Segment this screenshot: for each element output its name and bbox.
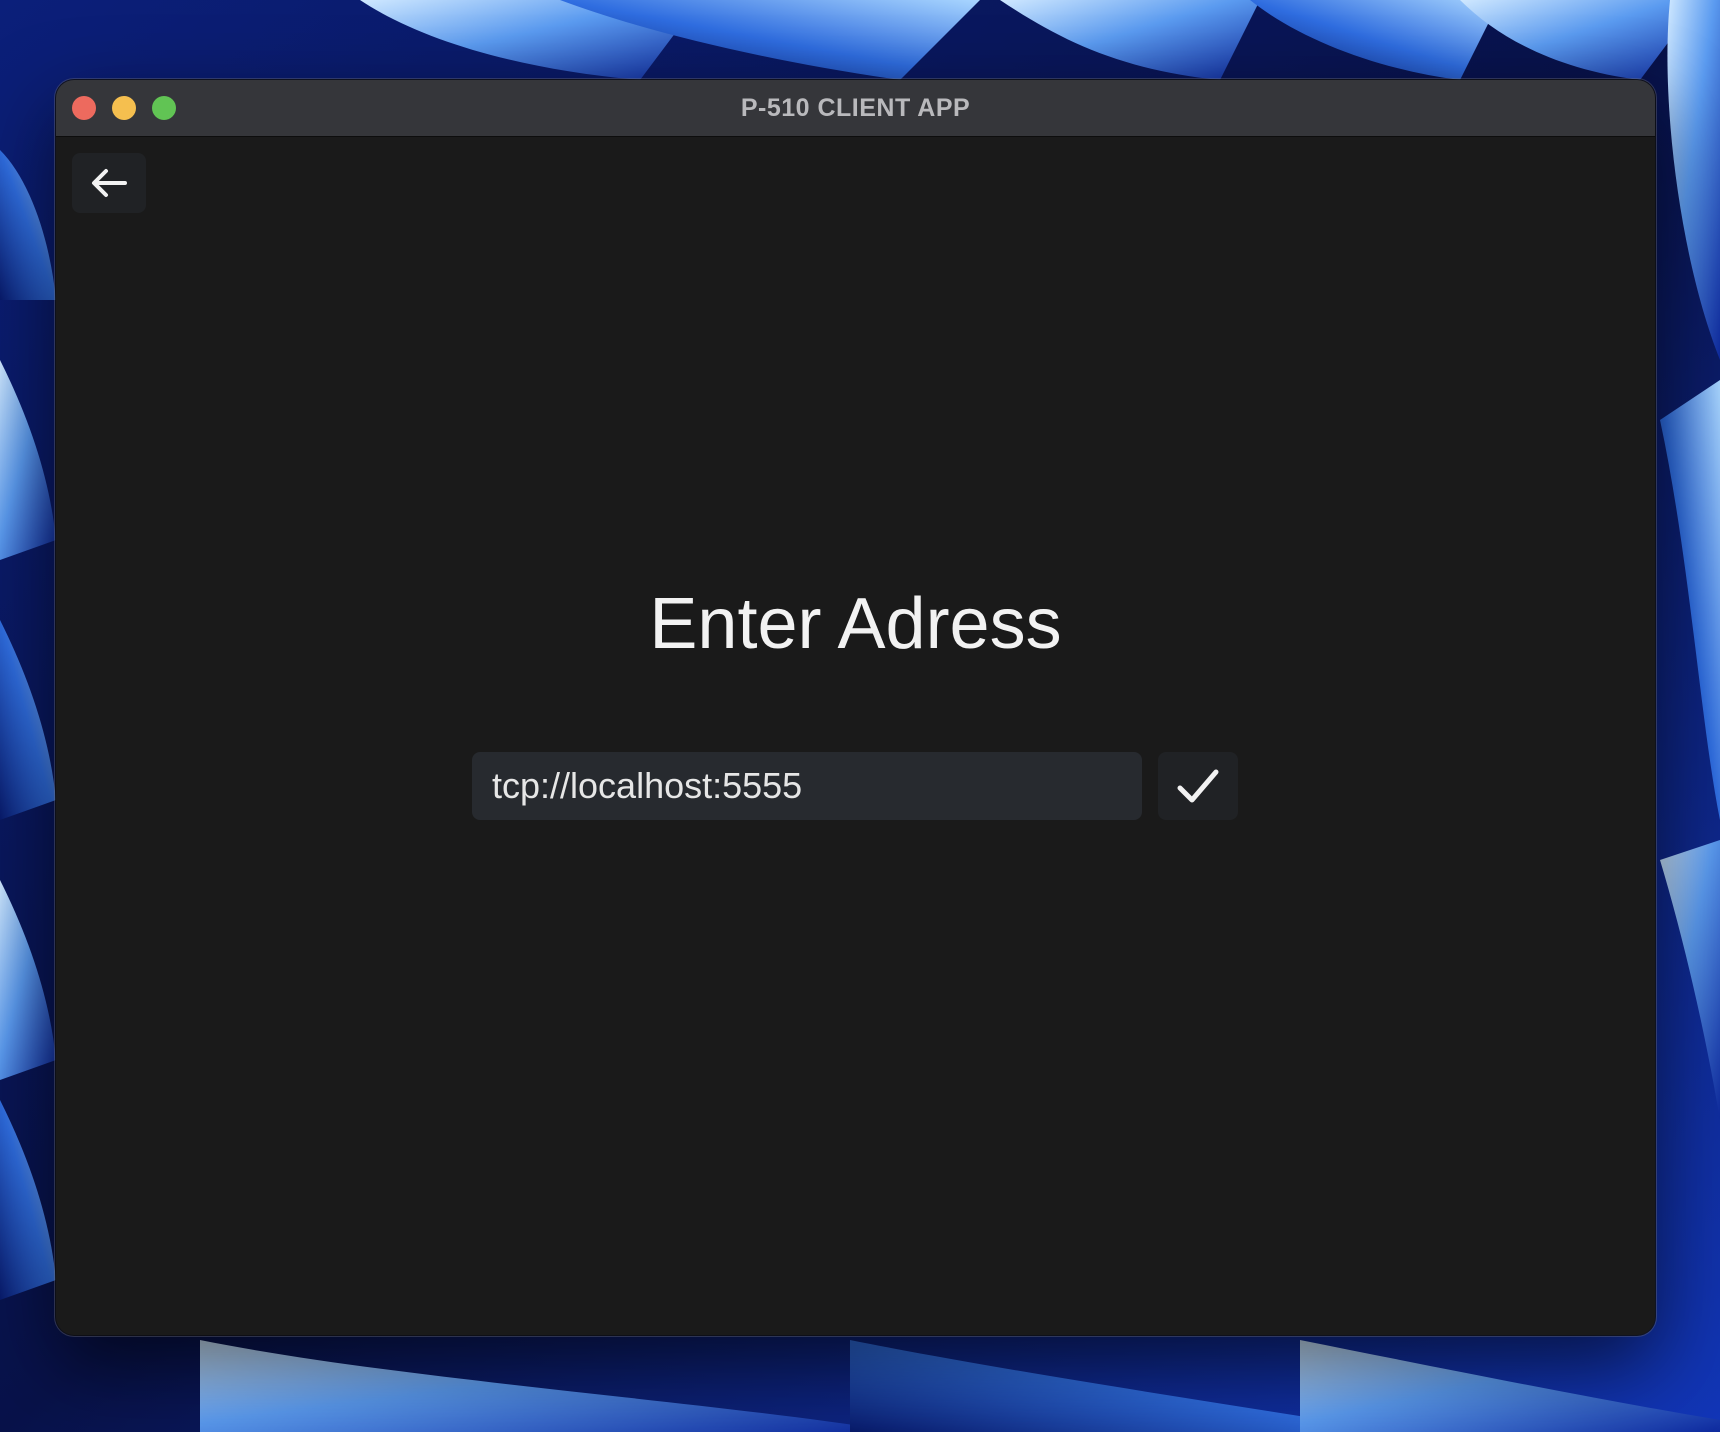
arrow-left-icon	[92, 169, 127, 197]
title-bar[interactable]: P-510 CLIENT APP	[56, 80, 1655, 137]
confirm-button[interactable]	[1158, 752, 1238, 820]
window-title: P-510 CLIENT APP	[740, 94, 971, 122]
checkmark-icon	[1177, 769, 1219, 803]
app-window: P-510 CLIENT APP Enter Adress	[56, 80, 1655, 1335]
page-title: Enter Adress	[649, 584, 1062, 664]
back-button[interactable]	[72, 153, 146, 213]
address-input[interactable]	[472, 752, 1142, 820]
